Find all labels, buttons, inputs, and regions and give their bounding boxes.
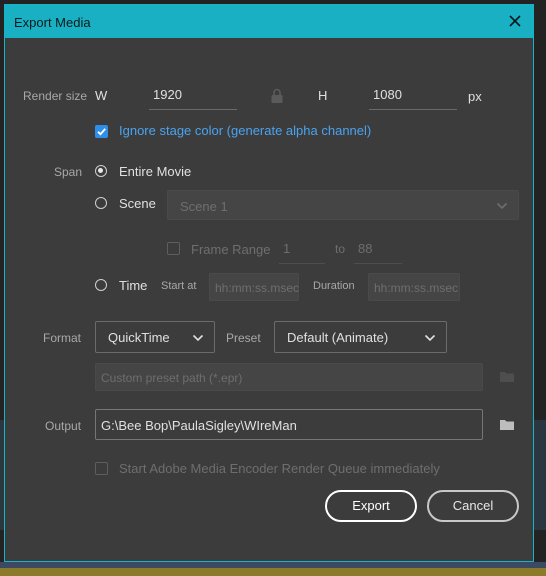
frame-to-input[interactable]: 88	[354, 235, 402, 264]
entire-movie-label[interactable]: Entire Movie	[119, 164, 191, 179]
entire-movie-radio[interactable]	[95, 165, 107, 177]
span-label: Span	[54, 165, 83, 179]
scene-select-value: Scene 1	[180, 199, 228, 214]
scene-select[interactable]: Scene 1	[167, 190, 519, 220]
start-at-placeholder: hh:mm:ss.msec	[215, 281, 300, 295]
output-path-input[interactable]: G:\Bee Bop\PaulaSigley\WIreMan	[95, 409, 483, 440]
duration-placeholder: hh:mm:ss.msec	[374, 281, 459, 295]
frame-range-checkbox[interactable]	[167, 242, 180, 255]
format-select-value: QuickTime	[108, 330, 170, 345]
chevron-down-icon	[496, 202, 508, 210]
duration-label: Duration	[313, 280, 355, 292]
preset-select-value: Default (Animate)	[287, 330, 389, 345]
folder-icon[interactable]	[499, 418, 515, 431]
custom-preset-placeholder: Custom preset path (*.epr)	[101, 371, 243, 385]
chevron-down-icon	[192, 334, 204, 342]
cancel-button[interactable]: Cancel	[427, 490, 519, 522]
checkmark-icon	[97, 128, 106, 136]
output-label: Output	[45, 419, 82, 433]
scene-label[interactable]: Scene	[119, 196, 156, 211]
app-bottom-bar	[0, 568, 546, 576]
scene-radio[interactable]	[95, 197, 107, 209]
close-icon[interactable]	[505, 11, 525, 31]
render-size-label: Render size	[23, 89, 88, 103]
preset-label: Preset	[226, 331, 261, 345]
height-value: 1080	[373, 87, 402, 102]
px-unit-label: px	[468, 89, 482, 104]
width-input[interactable]: 1920	[149, 83, 237, 110]
output-path-value: G:\Bee Bop\PaulaSigley\WIreMan	[101, 418, 297, 433]
duration-input[interactable]: hh:mm:ss.msec	[368, 273, 460, 301]
frame-range-label: Frame Range	[191, 242, 271, 257]
title-bar: Export Media	[5, 5, 533, 38]
format-select[interactable]: QuickTime	[95, 321, 215, 353]
lock-icon[interactable]	[270, 88, 284, 104]
frame-to-label: to	[335, 242, 346, 256]
time-label[interactable]: Time	[119, 278, 147, 293]
export-media-dialog: Export Media Render size W 1920 H 1080 p…	[4, 4, 534, 562]
export-button[interactable]: Export	[325, 490, 417, 522]
ignore-stage-checkbox[interactable]	[95, 125, 108, 138]
height-input[interactable]: 1080	[369, 83, 457, 110]
format-label: Format	[43, 331, 82, 345]
render-queue-label: Start Adobe Media Encoder Render Queue i…	[119, 461, 440, 476]
custom-preset-input[interactable]: Custom preset path (*.epr)	[95, 363, 483, 391]
start-at-input[interactable]: hh:mm:ss.msec	[209, 273, 299, 301]
time-radio[interactable]	[95, 279, 107, 291]
preset-select[interactable]: Default (Animate)	[274, 321, 447, 353]
frame-from-input[interactable]: 1	[279, 235, 325, 264]
height-label: H	[318, 88, 328, 103]
render-queue-checkbox[interactable]	[95, 462, 108, 475]
frame-to-value: 88	[358, 241, 373, 256]
chevron-down-icon	[424, 334, 436, 342]
dialog-title: Export Media	[14, 15, 91, 30]
folder-icon[interactable]	[499, 370, 515, 383]
start-at-label: Start at	[161, 280, 197, 292]
frame-from-value: 1	[283, 241, 291, 256]
width-label: W	[95, 88, 108, 103]
width-value: 1920	[153, 87, 182, 102]
ignore-stage-label[interactable]: Ignore stage color (generate alpha chann…	[119, 123, 371, 138]
